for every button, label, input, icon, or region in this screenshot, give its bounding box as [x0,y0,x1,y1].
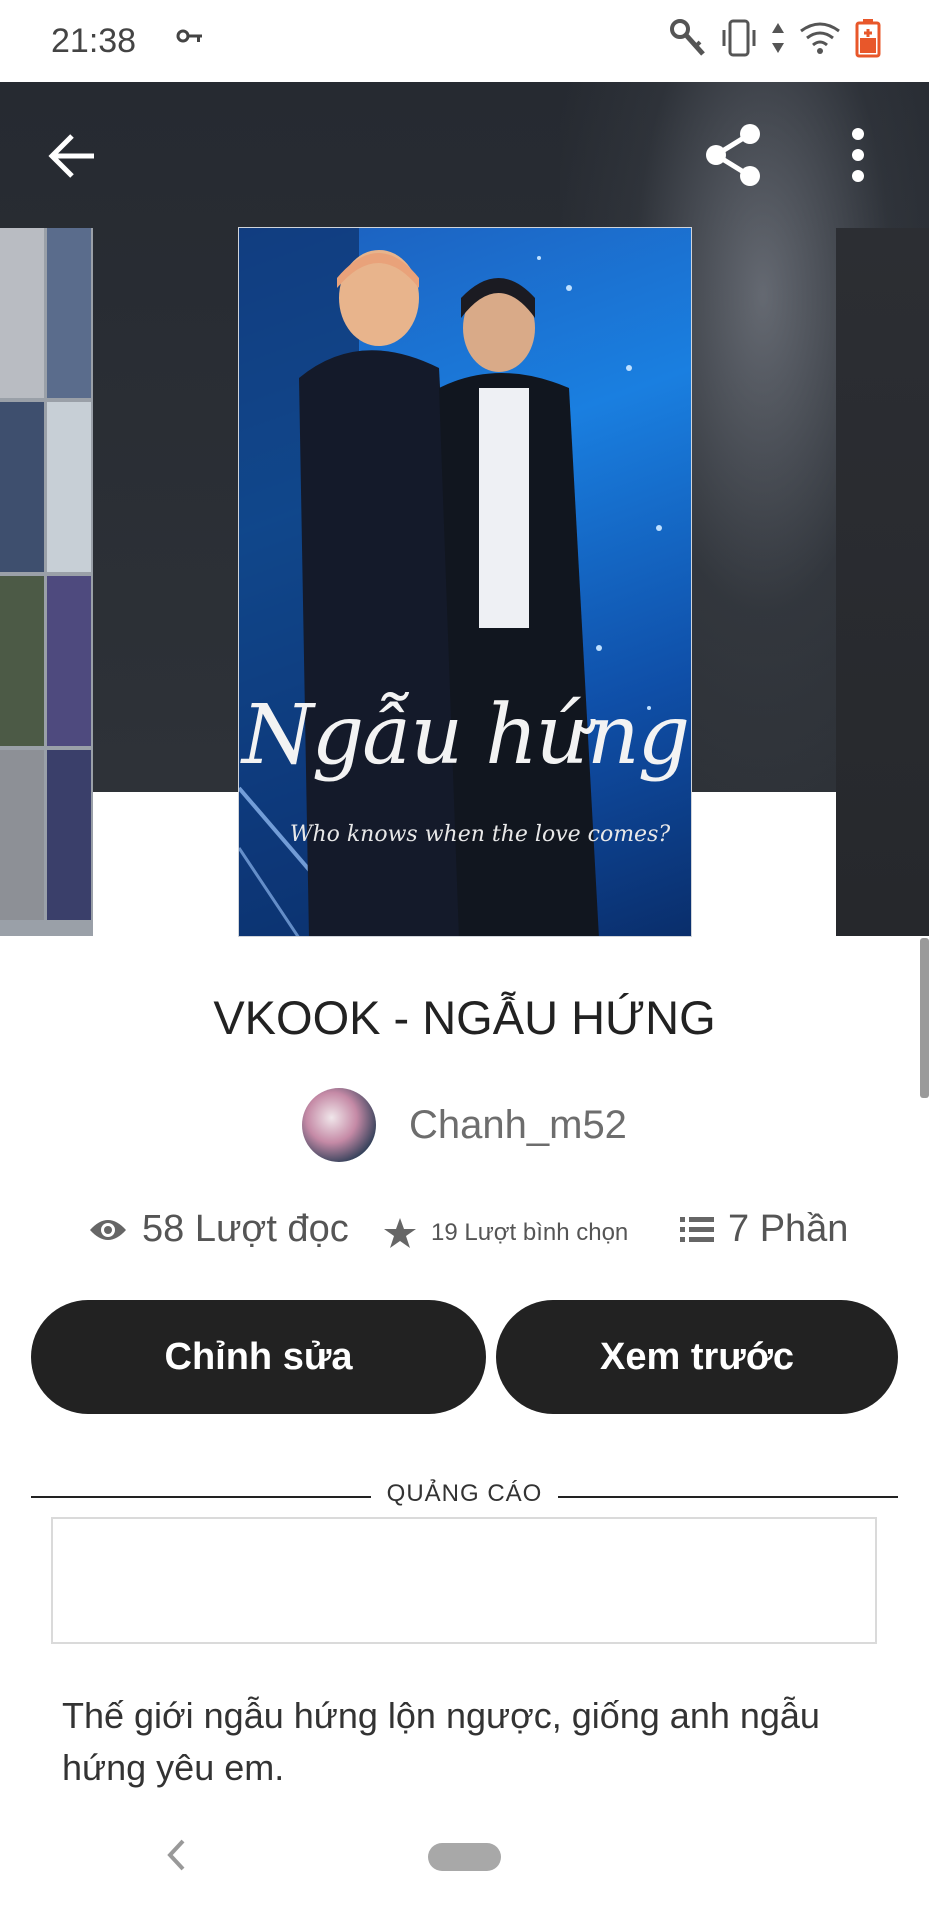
divider-line-right [558,1496,898,1498]
reads-count: 58 Lượt đọc [142,1208,349,1250]
share-button[interactable] [698,120,768,190]
story-cover[interactable]: Ngẫu hứng Who knows when the love comes? [238,227,692,937]
cover-tile [47,750,91,920]
ad-label: QUẢNG CÁO [386,1480,543,1507]
status-time: 21:38 [51,22,137,60]
eye-icon [90,1219,126,1240]
cover-tile [47,228,91,398]
more-vertical-icon [852,128,864,182]
vpn-key-icon [176,28,204,49]
edit-button[interactable]: Chỉnh sửa [31,1300,486,1414]
battery-icon [855,18,881,63]
cover-subtitle-text: Who knows when the love comes? [289,822,671,847]
arrow-left-icon [48,134,94,178]
back-button[interactable] [46,128,102,184]
vibrate-icon [721,18,757,63]
author-avatar [302,1088,376,1162]
author-name: Chanh_m52 [409,1102,627,1147]
cover-title-text: Ngẫu hứng [241,688,690,783]
cover-tile [47,576,91,746]
ad-container[interactable] [51,1517,877,1644]
more-options-button[interactable] [848,124,888,186]
share-icon [706,124,760,186]
status-icons [669,18,881,63]
status-bar: 21:38 [0,0,929,82]
list-icon [680,1216,714,1242]
parts-stat: 7 Phần [680,1208,848,1251]
votes-stat: 19 Lượt bình chọn [383,1216,628,1250]
cover-tile [47,402,91,572]
parts-count: 7 Phần [728,1208,849,1250]
preview-button[interactable]: Xem trước [496,1300,898,1414]
next-story-cover[interactable] [836,228,929,936]
cover-tile [0,228,44,398]
cover-tile [0,750,44,920]
story-title: VKOOK - NGẪU HỨNG [213,991,716,1044]
nav-back-button[interactable] [165,1838,189,1877]
reads-stat: 58 Lượt đọc [88,1208,349,1251]
wifi-icon [799,21,841,60]
cover-tile [0,402,44,572]
key-icon [669,18,707,63]
cover-tile [0,576,44,746]
ad-divider: QUẢNG CÁO [31,1480,898,1514]
story-description: Thế giới ngẫu hứng lộn ngược, giống anh … [62,1695,820,1788]
star-icon [384,1218,416,1248]
votes-count: 19 Lượt bình chọn [431,1219,629,1246]
previous-story-cover[interactable] [0,228,93,936]
chevron-left-icon [167,1839,185,1871]
author-link[interactable]: Chanh_m52 [302,1088,627,1162]
story-stats: 58 Lượt đọc 19 Lượt bình chọn 7 Phần [0,1208,929,1268]
nav-home-pill[interactable] [428,1843,501,1871]
data-arrows-icon [771,21,785,60]
